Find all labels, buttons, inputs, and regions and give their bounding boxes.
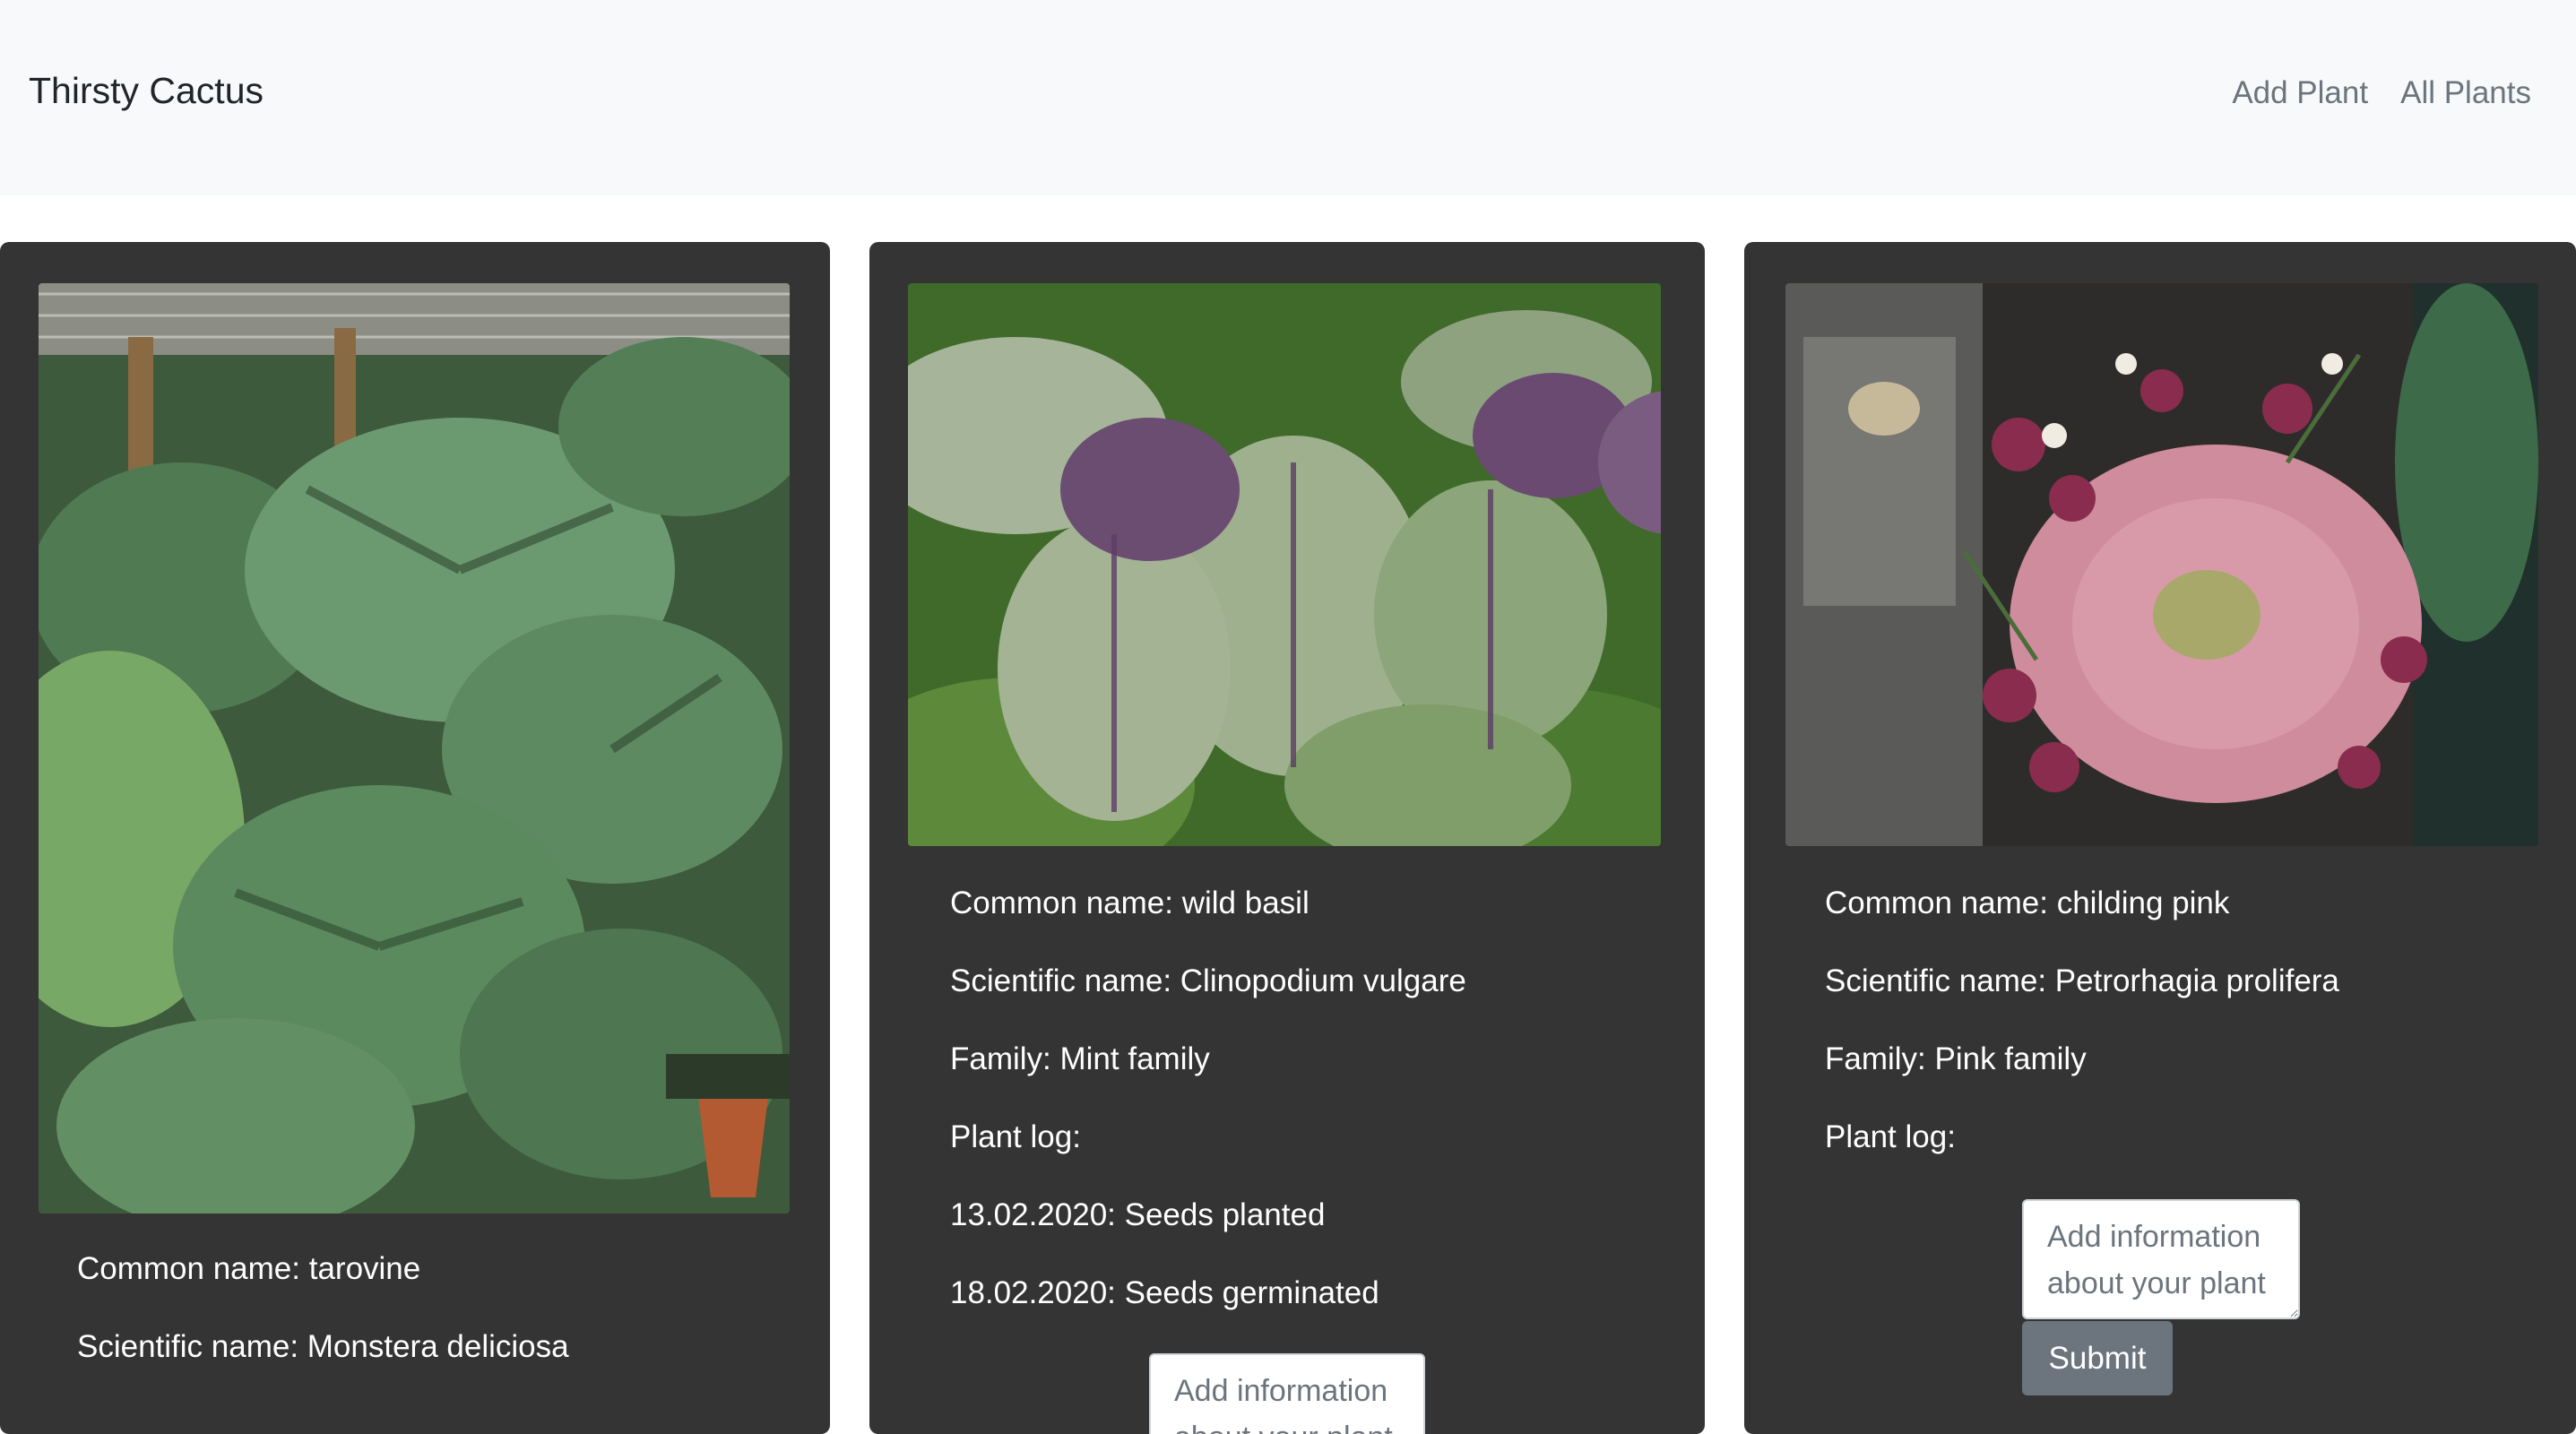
common-name-row: Common name: wild basil [950,885,1310,920]
plant-info-tarovine: Common name: tarovine Scientific name: M… [77,1249,569,1405]
plant-image-pink-flowers [1785,283,2538,846]
plant-card-wild-basil: Common name: wild basil Scientific name:… [869,242,1705,1434]
submit-log-button[interactable]: Submit [2022,1321,2173,1395]
scientific-name-row: Scientific name: Petrorhagia prolifera [1825,963,2339,998]
plant-card-list: Common name: tarovine Scientific name: M… [0,242,2576,1434]
plant-image-monstera [39,283,790,1214]
family-row: Family: Mint family [950,1041,1210,1076]
nav-all-plants-link[interactable]: All Plants [2400,75,2531,111]
plant-log-form-pink: Submit [2022,1199,2300,1395]
plant-card-tarovine: Common name: tarovine Scientific name: M… [0,242,830,1434]
plant-info-childing-pink: Common name: childing pink Scientific na… [1825,884,2339,1196]
plant-log-entry: 13.02.2020: Seeds planted [950,1197,1326,1232]
common-name-row: Common name: childing pink [1825,885,2230,920]
scientific-name-row: Scientific name: Monstera deliciosa [77,1329,569,1364]
plant-info-wild-basil: Common name: wild basil Scientific name:… [950,884,1466,1352]
family-row: Family: Pink family [1825,1041,2087,1076]
plant-log-entry: 18.02.2020: Seeds germinated [950,1275,1379,1310]
common-name-row: Common name: tarovine [77,1251,421,1286]
plant-image-basil [908,283,1661,846]
plant-log-heading: Plant log: [1825,1119,1956,1154]
brand-logo-link[interactable]: Thirsty Cactus [29,70,264,112]
plant-log-heading: Plant log: [950,1119,1081,1154]
plant-card-childing-pink: Common name: childing pink Scientific na… [1744,242,2576,1434]
nav-links: Add Plant All Plants [2232,75,2531,111]
plant-log-form-basil [1149,1353,1425,1434]
navbar: Thirsty Cactus Add Plant All Plants [0,0,2576,195]
plant-log-textarea[interactable] [1149,1353,1425,1434]
plant-log-textarea[interactable] [2022,1199,2300,1319]
scientific-name-row: Scientific name: Clinopodium vulgare [950,963,1466,998]
nav-add-plant-link[interactable]: Add Plant [2232,75,2368,111]
